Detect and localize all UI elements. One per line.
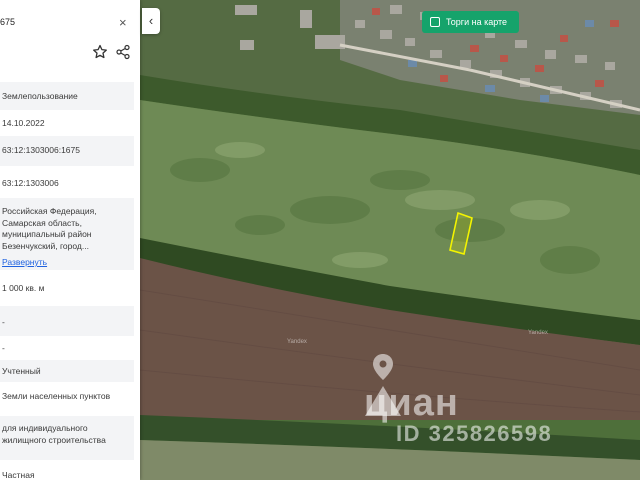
row-cad-quarter: 63:12:1303006 bbox=[2, 178, 59, 188]
row-address: Российская Федерация, Самарская область,… bbox=[0, 198, 134, 270]
row-dash-2: - bbox=[2, 343, 5, 353]
row-date: 14.10.2022 bbox=[2, 118, 45, 128]
panel-title: 675 bbox=[0, 17, 16, 27]
torgi-label: Торги на карте bbox=[446, 17, 508, 27]
collapse-panel-button[interactable]: ‹ bbox=[142, 8, 160, 34]
row-ownership: Частная bbox=[2, 470, 35, 480]
row-area: 1 000 кв. м bbox=[2, 283, 45, 293]
yandex-label-1: Yandex bbox=[287, 339, 307, 345]
star-icon[interactable] bbox=[92, 44, 108, 60]
yandex-label-2: Yandex bbox=[528, 330, 548, 336]
share-icon[interactable] bbox=[115, 44, 131, 60]
torgi-button[interactable]: Торги на карте bbox=[422, 11, 520, 33]
row-cad-number: 63:12:1303006:1675 bbox=[0, 136, 134, 166]
address-text: Российская Федерация, Самарская область,… bbox=[2, 206, 97, 251]
close-button[interactable]: × bbox=[119, 16, 127, 29]
expand-link[interactable]: Развернуть bbox=[2, 257, 134, 269]
row-permitted-use: для индивидуального жилищного строительс… bbox=[0, 416, 134, 460]
checkbox-icon bbox=[430, 17, 440, 27]
row-status: Учтенный bbox=[0, 360, 134, 382]
watermark-brand: циан bbox=[364, 382, 459, 424]
watermark-id: ID 325826598 bbox=[396, 421, 553, 446]
row-dash-1: - bbox=[0, 306, 134, 336]
row-land-use: Землепользование bbox=[0, 82, 134, 110]
row-category: Земли населенных пунктов bbox=[2, 391, 111, 401]
info-panel: 675 × Землепользование 14.10.2022 63:12:… bbox=[0, 0, 140, 480]
